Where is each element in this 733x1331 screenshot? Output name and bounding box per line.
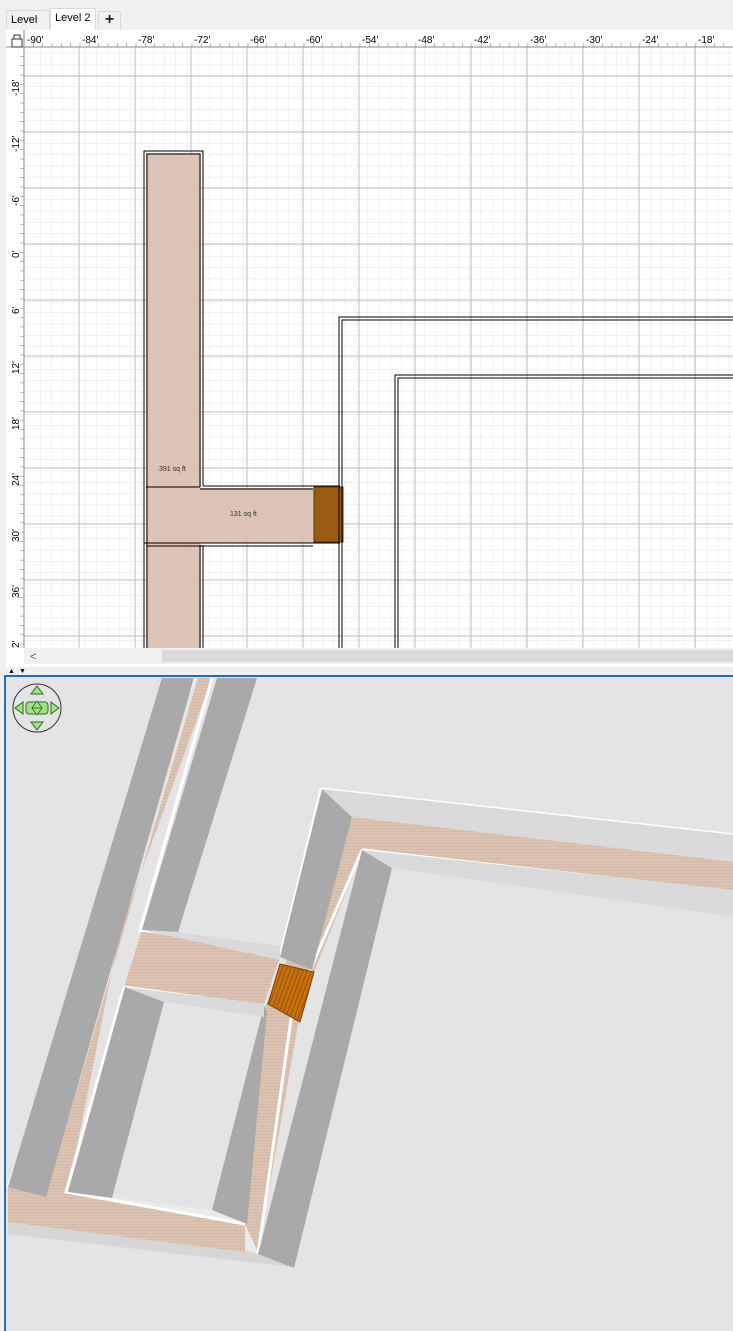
scroll-left-arrow[interactable]: <: [30, 651, 36, 663]
ruler-y-label: 2': [11, 640, 22, 648]
ruler-y-label: 36': [11, 585, 22, 598]
level-tab-bar: Level 0 Level 2 +: [0, 0, 733, 45]
view-splitter[interactable]: [0, 667, 733, 675]
ruler-y-label: -18': [11, 80, 22, 96]
ruler-y-label: -6': [11, 195, 22, 206]
ruler-y-label: -12': [11, 136, 22, 152]
ruler-x-label: -66': [250, 35, 266, 46]
navigation-arrows-icon[interactable]: [12, 683, 62, 733]
ruler-x-label: -84': [82, 35, 98, 46]
plan-view[interactable]: -90' -84' -78' -72' -66' -60' -54' -48' …: [6, 30, 733, 667]
ruler-x-label: -48': [418, 35, 434, 46]
ruler-y-label: 0': [11, 250, 22, 258]
collapse-up-icon[interactable]: ▲: [8, 668, 15, 675]
room-area-label: 391 sq ft: [159, 466, 186, 473]
ruler-x-label: -78': [138, 35, 154, 46]
3d-view[interactable]: [4, 675, 733, 1331]
ruler-y-label: 24': [11, 473, 22, 486]
ruler-x-label: -60': [306, 35, 322, 46]
tab-level-2[interactable]: Level 2: [50, 8, 96, 30]
ruler-x-label: -18': [698, 35, 714, 46]
ruler-y-label: 12': [11, 361, 22, 374]
add-level-button[interactable]: +: [98, 11, 121, 30]
ruler-y-label: 30': [11, 529, 22, 542]
room-area-label: 131 sq ft: [230, 511, 257, 518]
scrollbar-thumb[interactable]: [162, 650, 733, 662]
ruler-x-label: -30': [586, 35, 602, 46]
ruler-y-label: 18': [11, 417, 22, 430]
ruler-x-label: -36': [530, 35, 546, 46]
ruler-x-label: -24': [642, 35, 658, 46]
ruler-x-label: -54': [362, 35, 378, 46]
ruler-x-label: -90': [27, 35, 43, 46]
ruler-x-label: -72': [194, 35, 210, 46]
vertical-ruler: [6, 30, 24, 648]
ruler-y-label: 6': [11, 306, 22, 314]
collapse-down-icon[interactable]: ▼: [19, 668, 26, 675]
tab-level-0[interactable]: Level 0: [6, 10, 50, 45]
ruler-x-label: -42': [474, 35, 490, 46]
